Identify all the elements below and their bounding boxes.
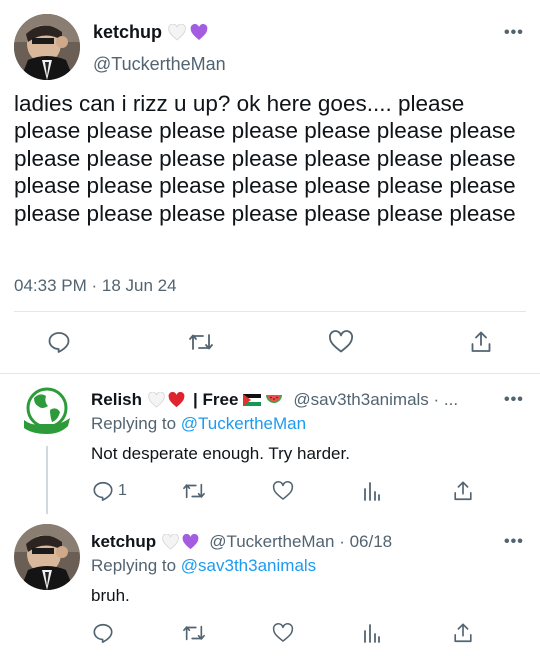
retweet-button[interactable] [188, 330, 214, 354]
share-icon [452, 480, 474, 502]
avatar[interactable] [14, 14, 80, 80]
replying-to-link[interactable]: @sav3th3animals [181, 556, 316, 575]
bar-chart-icon [362, 622, 382, 644]
reply-text: bruh. [91, 586, 130, 605]
purple-heart-emoji-icon [190, 24, 208, 41]
like-button[interactable] [328, 330, 354, 354]
watermelon-emoji-icon [265, 393, 283, 407]
display-name-text[interactable]: ketchup [93, 22, 162, 43]
reply-text: Not desperate enough. Try harder. [91, 444, 350, 463]
reply-icon [47, 330, 71, 354]
replying-to-label: Replying to [91, 556, 177, 575]
tweet-text: ladies can i rizz u up? ok here goes....… [14, 91, 516, 226]
retweet-icon [182, 480, 206, 502]
divider [0, 373, 540, 374]
display-name[interactable]: Relish [91, 390, 142, 410]
more-options-button[interactable]: ••• [504, 391, 524, 409]
reply-button[interactable] [92, 622, 114, 644]
heart-icon [328, 330, 354, 354]
reply-button[interactable] [47, 330, 71, 354]
replying-to: Replying to @TuckertheMan [91, 414, 306, 434]
handle-and-date[interactable]: @sav3th3animals · ... [293, 390, 458, 410]
display-name[interactable]: ketchup [93, 22, 208, 43]
avatar[interactable] [14, 524, 80, 590]
purple-heart-emoji-icon [182, 534, 199, 550]
like-button[interactable] [272, 622, 294, 644]
reply-author-line[interactable]: Relish | Free @sav3th3animals · ... [91, 390, 458, 410]
views-button[interactable] [362, 480, 382, 502]
heart-icon [272, 622, 294, 644]
reply-author-line[interactable]: ketchup @TuckertheMan · 06/18 [91, 532, 392, 552]
retweet-button[interactable] [182, 622, 206, 644]
retweet-icon [182, 622, 206, 644]
reply-button[interactable]: 1 [92, 480, 127, 502]
reply-icon [92, 622, 114, 644]
share-icon [469, 330, 493, 354]
thread-line [46, 446, 48, 514]
replying-to: Replying to @sav3th3animals [91, 556, 316, 576]
display-name[interactable]: ketchup [91, 532, 156, 552]
retweet-button[interactable] [182, 480, 206, 502]
display-name-suffix[interactable]: | Free [193, 390, 238, 410]
replying-to-link[interactable]: @TuckertheMan [181, 414, 306, 433]
more-options-button[interactable]: ••• [504, 24, 524, 42]
share-icon [452, 622, 474, 644]
reply-icon [92, 480, 114, 502]
share-button[interactable] [469, 330, 493, 354]
avatar[interactable] [20, 384, 74, 438]
views-button[interactable] [362, 622, 382, 644]
handle-and-date[interactable]: @TuckertheMan · 06/18 [209, 532, 392, 552]
bar-chart-icon [362, 480, 382, 502]
share-button[interactable] [452, 480, 474, 502]
timestamp[interactable]: 04:33 PM · 18 Jun 24 [14, 276, 177, 296]
red-heart-emoji-icon [168, 392, 185, 408]
share-button[interactable] [452, 622, 474, 644]
like-button[interactable] [272, 480, 294, 502]
white-heart-emoji-icon [168, 24, 186, 41]
replying-to-label: Replying to [91, 414, 177, 433]
reply-count: 1 [118, 482, 127, 499]
white-heart-emoji-icon [162, 534, 179, 550]
more-options-button[interactable]: ••• [504, 533, 524, 551]
white-heart-emoji-icon [148, 392, 165, 408]
handle[interactable]: @TuckertheMan [93, 54, 226, 75]
divider [14, 311, 526, 312]
heart-icon [272, 480, 294, 502]
palestine-flag-emoji-icon [243, 394, 262, 406]
retweet-icon [188, 330, 214, 354]
